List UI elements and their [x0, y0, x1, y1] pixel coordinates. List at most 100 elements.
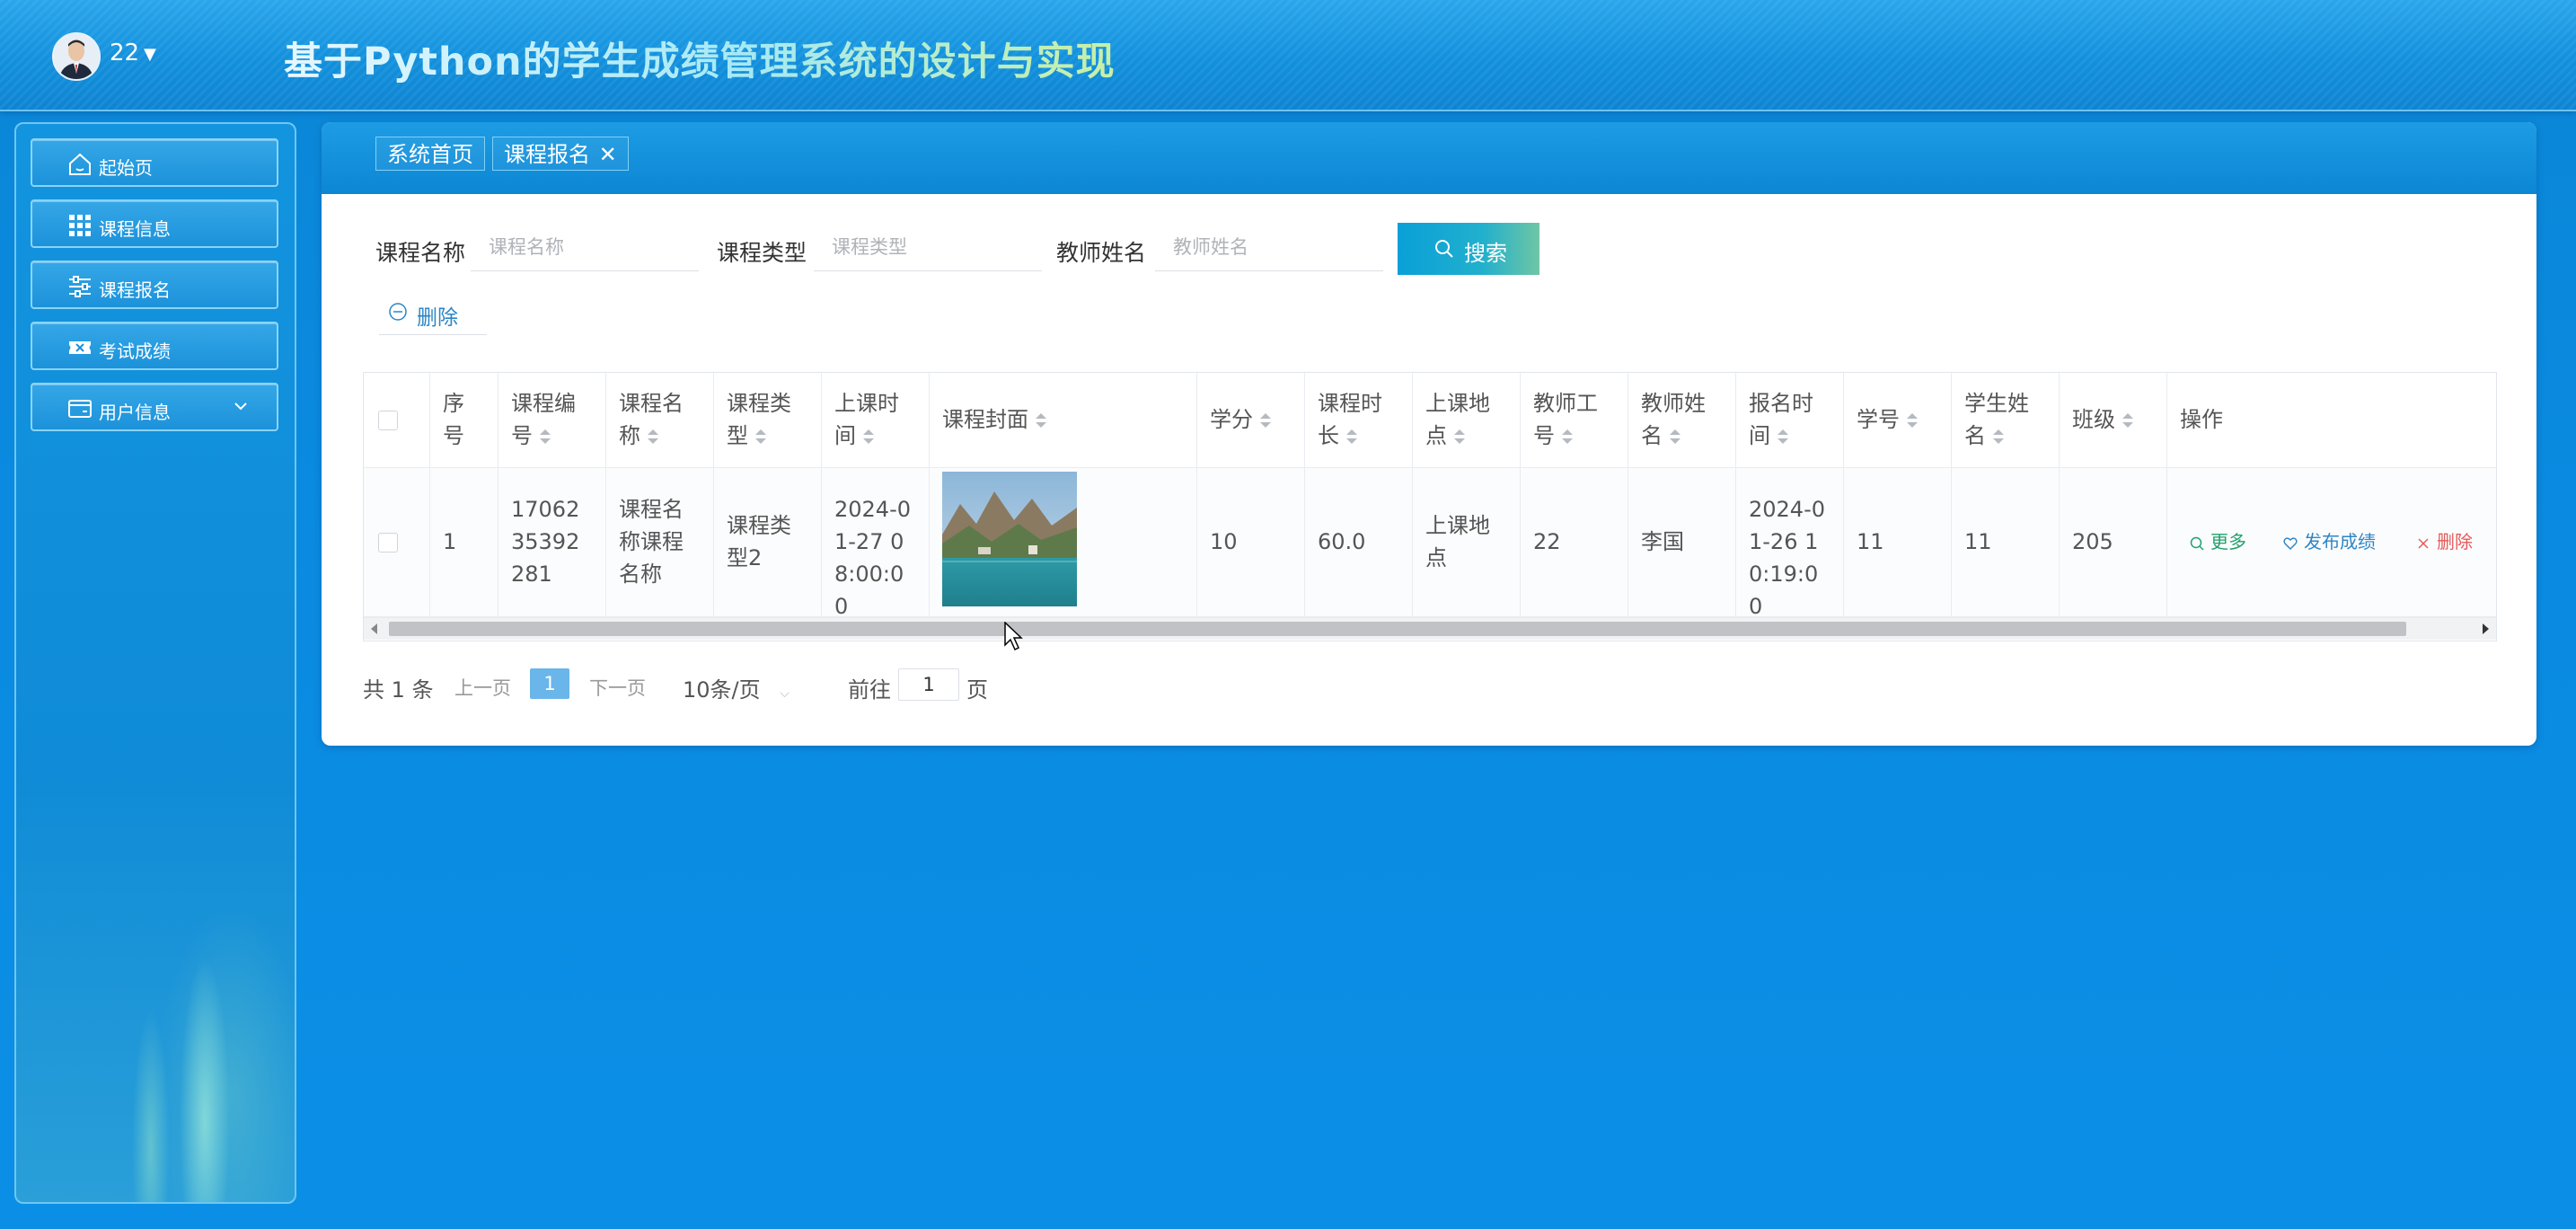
cell-text: 上课地点 — [1425, 513, 1490, 570]
search-button[interactable]: 搜索 — [1398, 223, 1539, 275]
goto-page-input[interactable] — [898, 668, 959, 701]
table-header-duration[interactable]: 课程时长 — [1305, 373, 1413, 468]
sort-icon — [540, 429, 551, 444]
table-header-select — [364, 373, 430, 468]
header-label: 报名时间 — [1749, 391, 1813, 448]
table-header-course-type[interactable]: 课程类型 — [714, 373, 822, 468]
cell-credit: 10 — [1197, 468, 1305, 617]
search-button-label: 搜索 — [1464, 242, 1507, 266]
cell-student-id: 11 — [1844, 468, 1952, 617]
user-avatar[interactable] — [52, 32, 101, 81]
mouse-cursor-icon — [1004, 622, 1023, 651]
scrollbar-thumb[interactable] — [389, 622, 2406, 636]
scroll-left-arrow-icon[interactable] — [371, 623, 377, 634]
row-checkbox[interactable] — [378, 533, 398, 553]
cell-course-no: 1706235392281 — [498, 468, 606, 617]
sidebar-item-label: 考试成绩 — [99, 340, 171, 362]
cell-teacher-id: 22 — [1521, 468, 1628, 617]
top-header: 22 ▼ 基于Python的学生成绩管理系统的设计与实现 — [0, 0, 2576, 111]
card-icon — [68, 400, 92, 418]
tab-bar: 系统首页 课程报名 ✕ — [322, 122, 2536, 194]
header-label: 课程类型 — [727, 391, 791, 448]
cell-text: 10 — [1210, 529, 1238, 554]
cell-text: 李国 — [1641, 529, 1684, 554]
page-size-value: 10条/页 — [683, 677, 761, 703]
scroll-right-arrow-icon[interactable] — [2483, 623, 2489, 634]
table-header-cover[interactable]: 课程封面 — [930, 373, 1197, 468]
horizontal-scrollbar[interactable] — [364, 617, 2496, 640]
goto-prefix: 前往 — [848, 677, 891, 703]
publish-score-button[interactable]: 发布成绩 — [2282, 526, 2376, 558]
main-panel: 系统首页 课程报名 ✕ 课程名称 课程类型 教师姓名 搜索 删除 序号 — [322, 122, 2536, 746]
table-header-student-name[interactable]: 学生姓名 — [1952, 373, 2060, 468]
cell-class: 205 — [2060, 468, 2167, 617]
home-icon — [69, 153, 91, 175]
sort-icon — [1778, 429, 1788, 444]
sort-icon — [2122, 413, 2133, 428]
table-header-class[interactable]: 班级 — [2060, 373, 2167, 468]
table-header-teacher-name[interactable]: 教师姓名 — [1628, 373, 1736, 468]
page-size-select[interactable]: 10条/页 ⌵ — [683, 672, 790, 703]
app-title: 基于Python的学生成绩管理系统的设计与实现 — [284, 31, 1116, 86]
table-header-student-id[interactable]: 学号 — [1844, 373, 1952, 468]
more-button[interactable]: 更多 — [2189, 526, 2246, 558]
table-header-index: 序号 — [430, 373, 498, 468]
sidebar-item-home[interactable]: 起始页 — [31, 138, 278, 187]
close-icon[interactable]: ✕ — [599, 142, 617, 167]
cell-course-name: 课程名称课程名称 — [606, 468, 714, 617]
pagination-total: 共 1 条 — [363, 677, 434, 703]
cell-text: 2024-01-27 08:00:00 — [834, 497, 912, 619]
table-header-course-name[interactable]: 课程名称 — [606, 373, 714, 468]
sidebar-item-label: 课程报名 — [99, 279, 171, 301]
cell-text: 课程名称课程名称 — [619, 497, 684, 587]
minus-circle-icon — [389, 303, 407, 321]
table-header-teacher-id[interactable]: 教师工号 — [1521, 373, 1628, 468]
header-label: 课程编号 — [511, 391, 576, 448]
cell-ops: 更多 发布成绩 删除 — [2167, 468, 2496, 617]
sliders-icon — [69, 276, 91, 297]
cell-text: 11 — [1964, 529, 1992, 554]
batch-delete-button[interactable]: 删除 — [379, 289, 487, 335]
cell-text: 1 — [443, 529, 457, 554]
next-page-button[interactable]: 下一页 — [589, 674, 646, 701]
data-table: 序号 课程编号 课程名称 课程类型 上课时间 课程封面 学分 课程时长 上课地点… — [363, 372, 2497, 641]
table-header-location[interactable]: 上课地点 — [1413, 373, 1521, 468]
user-dropdown-caret-icon[interactable]: ▼ — [144, 45, 156, 64]
cell-text: 205 — [2072, 529, 2113, 554]
sidebar-item-course-signup[interactable]: 课程报名 — [31, 261, 278, 309]
table-header-class-time[interactable]: 上课时间 — [822, 373, 930, 468]
course-name-label: 课程名称 — [375, 240, 466, 266]
cell-student-name: 11 — [1952, 468, 2060, 617]
header-label: 课程时长 — [1318, 391, 1382, 448]
sort-icon — [648, 429, 658, 444]
username[interactable]: 22 — [110, 40, 139, 66]
course-type-input[interactable] — [814, 223, 1042, 271]
sort-icon — [1346, 429, 1357, 444]
cell-teacher-name: 李国 — [1628, 468, 1736, 617]
current-page-button[interactable]: 1 — [530, 668, 569, 699]
course-name-input[interactable] — [471, 223, 699, 271]
table-header-course-no[interactable]: 课程编号 — [498, 373, 606, 468]
delete-label: 删除 — [417, 306, 458, 330]
cell-text: 22 — [1533, 529, 1561, 554]
teacher-name-input[interactable] — [1155, 223, 1383, 271]
heart-icon — [2283, 536, 2298, 550]
tab-course-signup[interactable]: 课程报名 ✕ — [492, 137, 629, 171]
prev-page-button[interactable]: 上一页 — [454, 674, 511, 701]
tab-home[interactable]: 系统首页 — [375, 137, 485, 171]
course-cover-image[interactable] — [942, 472, 1077, 606]
sidebar-item-exam-scores[interactable]: 考试成绩 — [31, 322, 278, 370]
select-all-checkbox[interactable] — [378, 411, 398, 430]
sort-icon — [1670, 429, 1681, 444]
sidebar-item-user-info[interactable]: 用户信息 — [31, 383, 278, 431]
chevron-down-icon: ⌵ — [780, 686, 790, 701]
cell-duration: 60.0 — [1305, 468, 1413, 617]
header-label: 序号 — [443, 391, 464, 448]
sidebar-item-label: 课程信息 — [99, 218, 171, 240]
sort-icon — [863, 429, 874, 444]
table-header-signup-time[interactable]: 报名时间 — [1736, 373, 1844, 468]
header-label: 操作 — [2180, 407, 2223, 432]
table-header-credit[interactable]: 学分 — [1197, 373, 1305, 468]
sidebar-item-course-info[interactable]: 课程信息 — [31, 199, 278, 248]
row-delete-button[interactable]: 删除 — [2415, 526, 2473, 558]
